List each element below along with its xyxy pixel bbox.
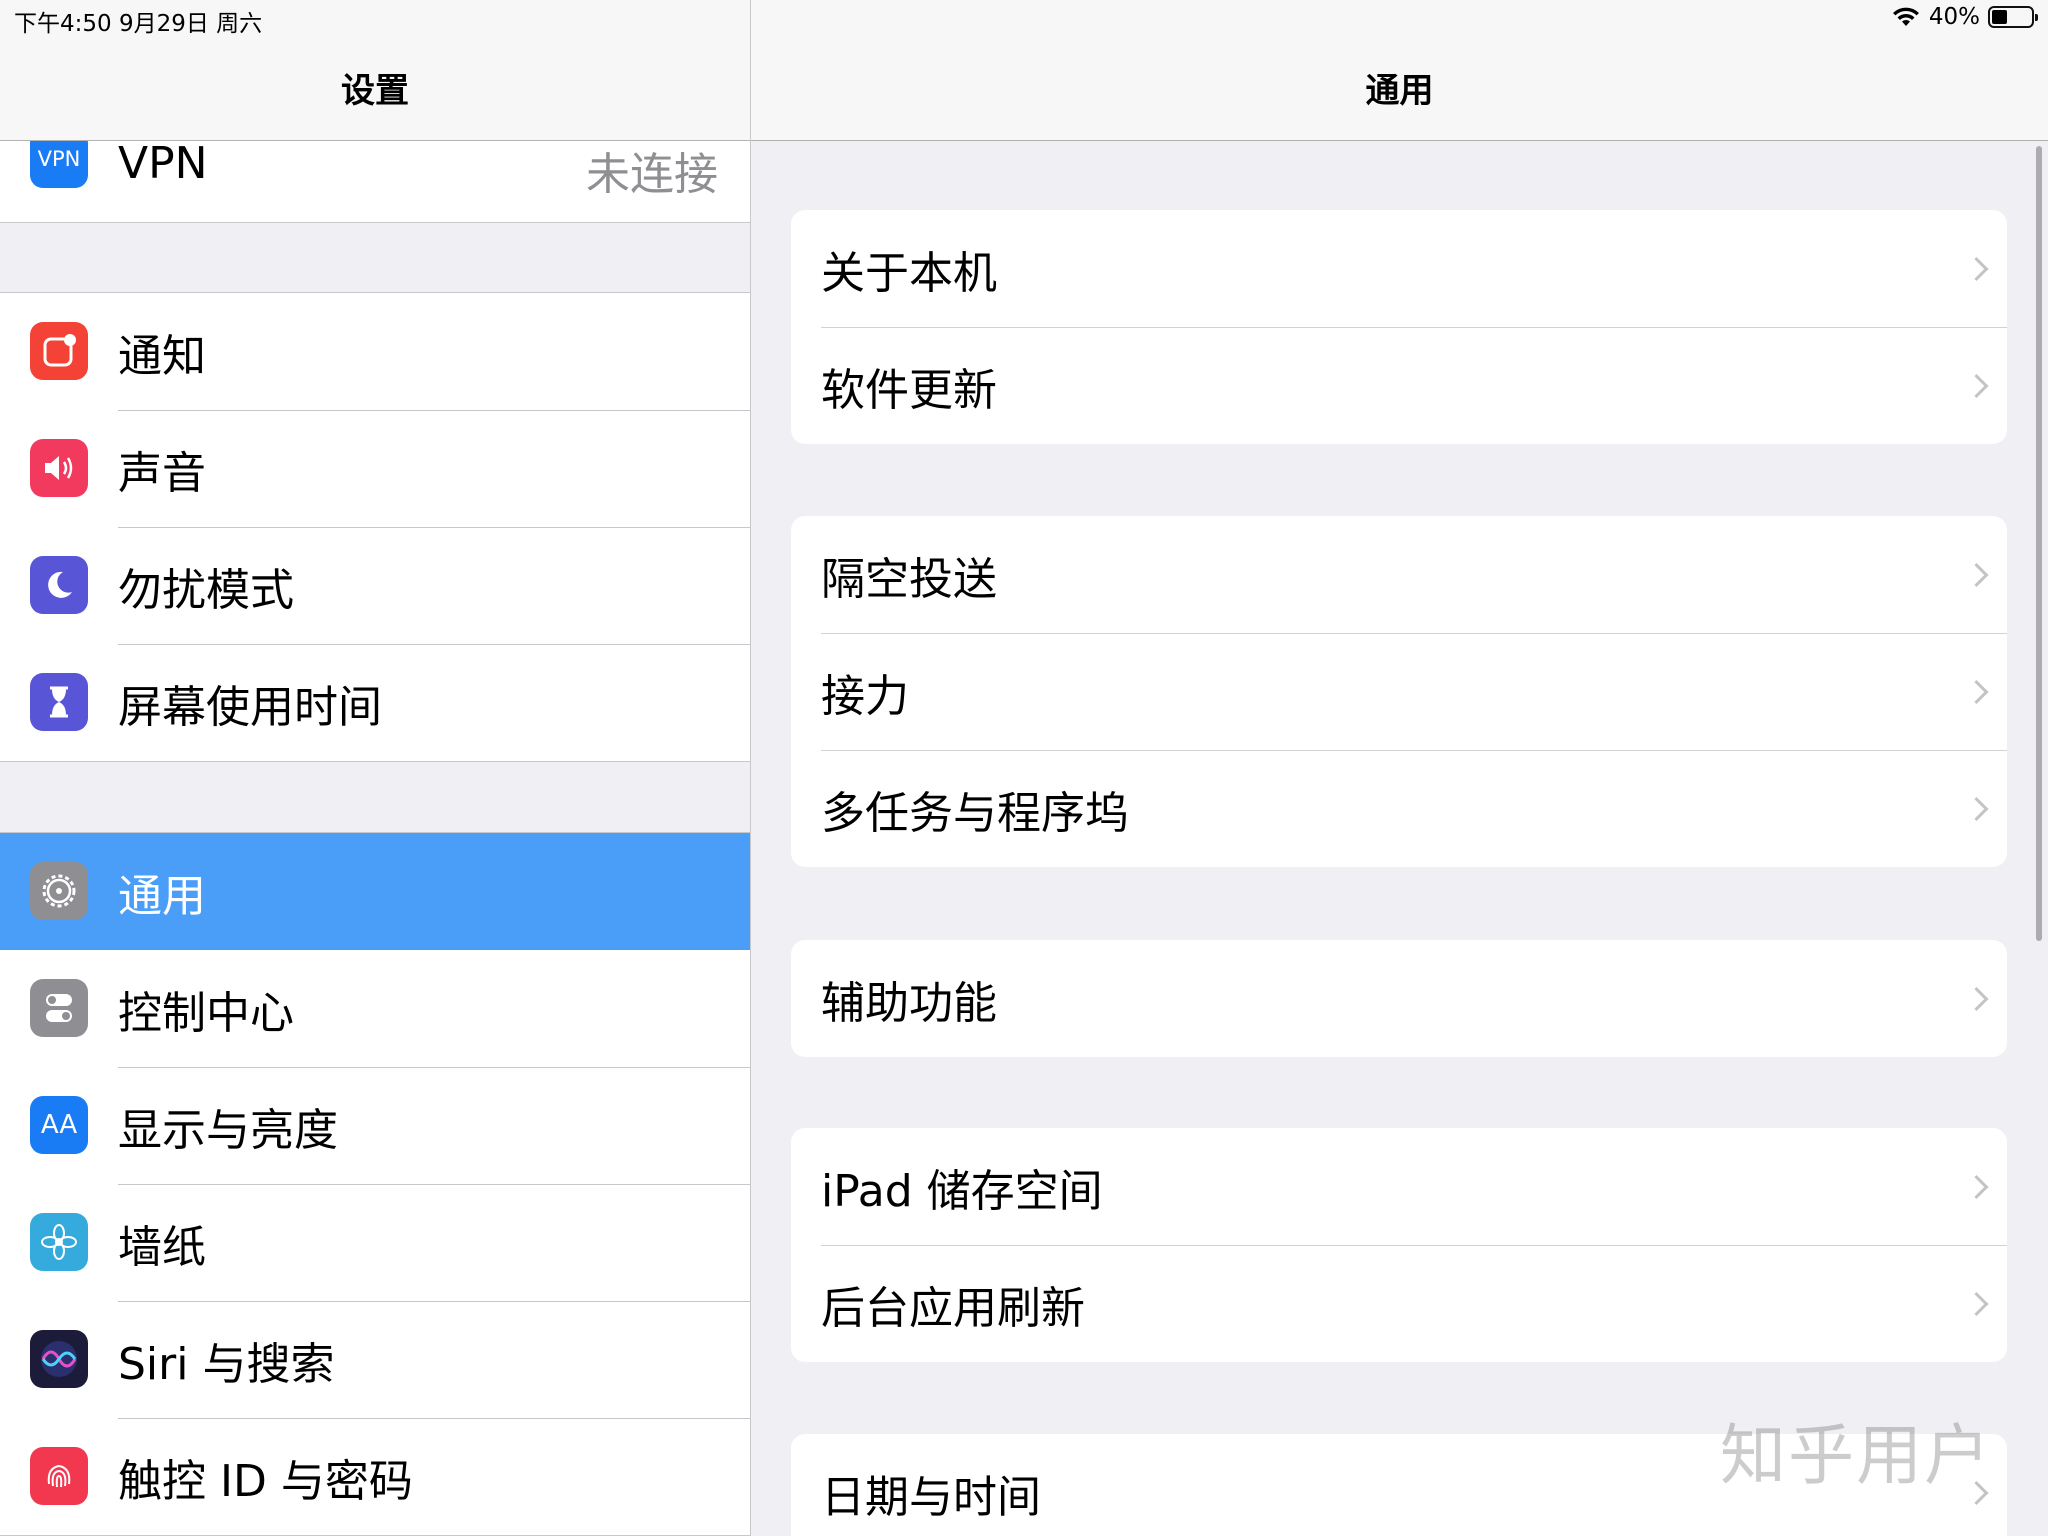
status-bar: 下午4:50 9月29日 周六 40%: [0, 0, 2048, 40]
battery-icon: [1988, 6, 2038, 28]
status-time-date: 下午4:50 9月29日 周六: [14, 11, 263, 37]
row-handoff[interactable]: 接力: [791, 633, 2007, 750]
row-software-update[interactable]: 软件更新: [791, 327, 2007, 444]
chevron-right-icon: [1964, 1291, 1989, 1316]
row-airdrop[interactable]: 隔空投送: [791, 516, 2007, 633]
row-label: 后台应用刷新: [821, 1282, 1085, 1334]
notifications-icon: [30, 322, 88, 380]
sidebar-item-label: 墙纸: [118, 1221, 206, 1273]
row-label: 日期与时间: [821, 1471, 1041, 1523]
row-label: 接力: [821, 670, 909, 722]
sidebar-item-touch-id[interactable]: 触控 ID 与密码: [0, 1418, 750, 1535]
chevron-right-icon: [1964, 679, 1989, 704]
chevron-right-icon: [1964, 373, 1989, 398]
settings-sidebar: 设置 VPN VPN 未连接 通知 声音 勿扰模式 屏幕使用时间 通用 控制中心…: [0, 0, 751, 1536]
scrollbar[interactable]: [2036, 146, 2042, 941]
moon-icon: [30, 556, 88, 614]
text-size-icon: AA: [30, 1096, 88, 1154]
status-right: 40%: [1891, 4, 2038, 30]
chevron-right-icon: [1964, 986, 1989, 1011]
sidebar-group-1: 通知 声音 勿扰模式 屏幕使用时间: [0, 292, 750, 762]
row-label: 软件更新: [821, 364, 997, 416]
row-label: 关于本机: [821, 247, 997, 299]
row-label: 多任务与程序坞: [821, 787, 1129, 839]
row-multitasking-dock[interactable]: 多任务与程序坞: [791, 750, 2007, 867]
sidebar-item-label: 控制中心: [118, 987, 294, 1039]
toggles-icon: [30, 979, 88, 1037]
sidebar-item-label: 屏幕使用时间: [118, 681, 382, 733]
fingerprint-icon: [30, 1447, 88, 1505]
general-detail-pane: 通用 关于本机 软件更新 隔空投送 接力 多任务与程序坞 辅助功能 iPad 储…: [751, 0, 2048, 1536]
sidebar-item-label: 触控 ID 与密码: [118, 1455, 413, 1507]
row-background-refresh[interactable]: 后台应用刷新: [791, 1245, 2007, 1362]
gear-icon: [30, 862, 88, 920]
general-group-2: 隔空投送 接力 多任务与程序坞: [791, 516, 2007, 867]
sound-icon: [30, 439, 88, 497]
row-label: 辅助功能: [821, 977, 997, 1029]
row-label: 隔空投送: [821, 553, 997, 605]
chevron-right-icon: [1964, 796, 1989, 821]
sidebar-item-label: Siri 与搜索: [118, 1338, 335, 1390]
watermark: 知乎用户: [1720, 1417, 1992, 1494]
sidebar-item-general[interactable]: 通用: [0, 833, 750, 950]
row-accessibility[interactable]: 辅助功能: [791, 940, 2007, 1057]
sidebar-item-siri[interactable]: Siri 与搜索: [0, 1301, 750, 1418]
general-group-3: 辅助功能: [791, 940, 2007, 1057]
sidebar-group-2: 通用 控制中心 AA 显示与亮度 墙纸 Siri 与搜索 触控 ID 与密码: [0, 832, 750, 1536]
sidebar-item-sounds[interactable]: 声音: [0, 410, 750, 527]
hourglass-icon: [30, 673, 88, 731]
chevron-right-icon: [1964, 562, 1989, 587]
sidebar-item-label: 通知: [118, 330, 206, 382]
row-about[interactable]: 关于本机: [791, 210, 2007, 327]
siri-icon: [30, 1330, 88, 1388]
sidebar-item-screen-time[interactable]: 屏幕使用时间: [0, 644, 750, 761]
flower-icon: [30, 1213, 88, 1271]
detail-title: 通用: [1365, 71, 1434, 111]
sidebar-item-label: 勿扰模式: [118, 564, 294, 616]
battery-percent: 40%: [1928, 4, 1980, 30]
wifi-icon: [1891, 6, 1921, 28]
chevron-right-icon: [1964, 256, 1989, 281]
row-label: iPad 储存空间: [821, 1165, 1103, 1217]
sidebar-item-label: 通用: [118, 870, 206, 922]
chevron-right-icon: [1964, 1174, 1989, 1199]
sidebar-item-do-not-disturb[interactable]: 勿扰模式: [0, 527, 750, 644]
general-group-4: iPad 储存空间 后台应用刷新: [791, 1128, 2007, 1362]
sidebar-item-label: 声音: [118, 447, 206, 499]
sidebar-item-wallpaper[interactable]: 墙纸: [0, 1184, 750, 1301]
sidebar-item-display[interactable]: AA 显示与亮度: [0, 1067, 750, 1184]
sidebar-item-notifications[interactable]: 通知: [0, 293, 750, 410]
sidebar-title: 设置: [341, 71, 409, 111]
row-ipad-storage[interactable]: iPad 储存空间: [791, 1128, 2007, 1245]
sidebar-item-control-center[interactable]: 控制中心: [0, 950, 750, 1067]
general-group-1: 关于本机 软件更新: [791, 210, 2007, 444]
sidebar-item-label: VPN: [118, 138, 208, 189]
vpn-status: 未连接: [586, 149, 718, 200]
sidebar-item-label: 显示与亮度: [118, 1104, 338, 1156]
